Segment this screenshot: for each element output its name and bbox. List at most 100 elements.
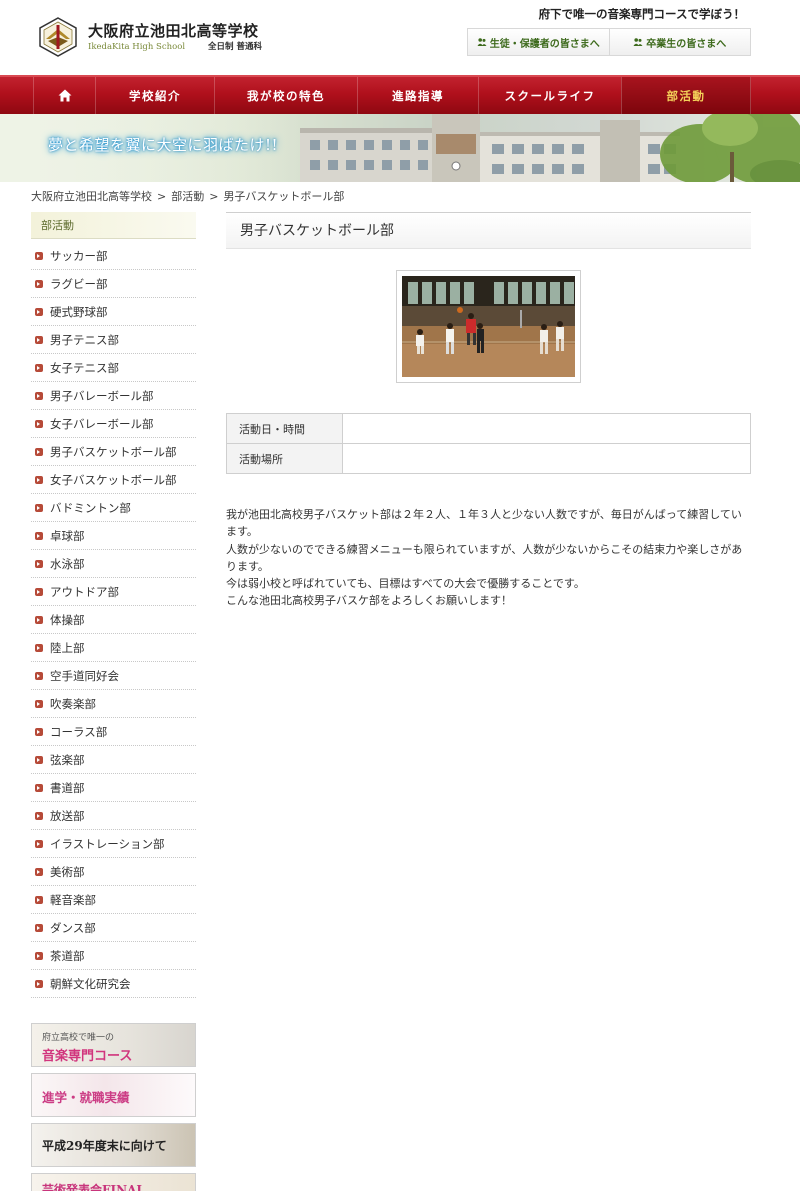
arrow-bullet-icon	[35, 503, 43, 512]
sidebar-club-item[interactable]: 体操部	[31, 606, 196, 634]
sidebar-club-item[interactable]: 男子バレーボール部	[31, 382, 196, 410]
basketball-practice-photo	[402, 276, 575, 377]
breadcrumb-home[interactable]: 大阪府立池田北高等学校	[31, 190, 152, 203]
sidebar-club-label: 弦楽部	[50, 752, 85, 767]
sidebar-club-item[interactable]: 男子テニス部	[31, 326, 196, 354]
sidebar-banners: 府立高校で唯一の 音楽専門コース 進学・就職実績 平成29年度末に向けて 芸術発…	[31, 1023, 196, 1191]
career-results-banner-title: 進学・就職実績	[42, 1090, 130, 1105]
arrow-bullet-icon	[35, 699, 43, 708]
tagline[interactable]: 府下で唯一の音楽専門コースで学ぼう！	[539, 6, 745, 22]
sidebar-club-label: ダンス部	[50, 920, 96, 935]
description-paragraph: 我が池田北高校男子バスケット部は２年２人、１年３人と少ない人数ですが、毎日がんば…	[226, 508, 742, 539]
year-end-plan-banner[interactable]: 平成29年度末に向けて	[31, 1123, 196, 1167]
sidebar-club-label: 吹奏楽部	[50, 696, 96, 711]
sidebar-club-label: ラグビー部	[50, 276, 108, 291]
sidebar-club-label: 空手道同好会	[50, 668, 119, 683]
sidebar-club-item[interactable]: 弦楽部	[31, 746, 196, 774]
sidebar-club-item[interactable]: 茶道部	[31, 942, 196, 970]
sidebar-club-item[interactable]: 卓球部	[31, 522, 196, 550]
sidebar-club-item[interactable]: 陸上部	[31, 634, 196, 662]
sidebar-club-label: 体操部	[50, 612, 85, 627]
arrow-bullet-icon	[35, 363, 43, 372]
arrow-bullet-icon	[35, 979, 43, 988]
description-paragraph: 人数が少ないのでできる練習メニューも限られていますが、人数が少ないからこその結束…	[226, 542, 743, 573]
sidebar-club-label: イラストレーション部	[50, 836, 165, 851]
sidebar-club-item[interactable]: コーラス部	[31, 718, 196, 746]
arrow-bullet-icon	[35, 307, 43, 316]
school-crest-logo[interactable]	[38, 17, 78, 57]
sidebar-club-label: 女子テニス部	[50, 360, 119, 375]
school-name-en: IkedaKita High School	[88, 42, 186, 52]
sidebar-club-label: 卓球部	[50, 528, 85, 543]
alumni-link-label: 卒業生の皆さまへ	[646, 38, 727, 50]
school-name[interactable]: 大阪府立池田北高等学校	[88, 20, 259, 41]
breadcrumb-club-activities[interactable]: 部活動	[171, 190, 204, 203]
music-course-banner-sub: 府立高校で唯一の	[42, 1033, 115, 1043]
global-nav: 学校紹介 我が校の特色 進路指導 スクールライフ 部活動	[0, 75, 800, 114]
sidebar-club-item[interactable]: 放送部	[31, 802, 196, 830]
sidebar-club-item[interactable]: 女子テニス部	[31, 354, 196, 382]
sidebar-club-item[interactable]: 軽音楽部	[31, 886, 196, 914]
sidebar-club-item[interactable]: 吹奏楽部	[31, 690, 196, 718]
description-paragraph: 今は弱小校と呼ばれていても、目標はすべての大会で優勝することです。	[226, 577, 585, 591]
arrow-bullet-icon	[35, 839, 43, 848]
description-paragraph: こんな池田北高校男子バスケ部をよろしくお願いします！	[226, 594, 512, 608]
sidebar-club-item[interactable]: 硬式野球部	[31, 298, 196, 326]
music-course-banner[interactable]: 府立高校で唯一の 音楽専門コース	[31, 1023, 196, 1067]
main-content: 男子バスケットボール部 活動日・時間 活動場所 我が池田北高校男子バスケット部は…	[226, 212, 751, 607]
alumni-link[interactable]: 卒業生の皆さまへ	[608, 29, 751, 55]
arrow-bullet-icon	[35, 559, 43, 568]
nav-school-intro[interactable]: 学校紹介	[95, 77, 214, 114]
sidebar-club-label: 水泳部	[50, 556, 85, 571]
table-row: 活動日・時間	[226, 413, 751, 444]
breadcrumb-separator: >	[157, 190, 167, 203]
breadcrumb-separator: >	[209, 190, 219, 203]
year-end-plan-banner-title: 平成29年度末に向けて	[42, 1139, 167, 1153]
sidebar-club-label: 男子テニス部	[50, 332, 119, 347]
sidebar-club-label: サッカー部	[50, 248, 108, 263]
sidebar-club-item[interactable]: 朝鮮文化研究会	[31, 970, 196, 998]
arrow-bullet-icon	[35, 783, 43, 792]
activity-place-label: 活動場所	[226, 443, 343, 474]
nav-club-activities[interactable]: 部活動	[621, 77, 751, 114]
art-festival-banner-title: 芸術発表会FINAL	[42, 1183, 145, 1191]
career-results-banner[interactable]: 進学・就職実績	[31, 1073, 196, 1117]
person-icon	[477, 38, 487, 46]
arrow-bullet-icon	[35, 727, 43, 736]
sidebar-heading: 部活動	[31, 212, 196, 239]
sidebar-club-item[interactable]: ダンス部	[31, 914, 196, 942]
sidebar-club-item[interactable]: ラグビー部	[31, 270, 196, 298]
sidebar-club-item[interactable]: 女子バスケットボール部	[31, 466, 196, 494]
sidebar-club-item[interactable]: 水泳部	[31, 550, 196, 578]
arrow-bullet-icon	[35, 447, 43, 456]
students-parents-link[interactable]: 生徒・保護者の皆さまへ	[468, 29, 609, 55]
sidebar-club-label: 書道部	[50, 780, 85, 795]
sidebar-club-item[interactable]: アウトドア部	[31, 578, 196, 606]
club-list: サッカー部ラグビー部硬式野球部男子テニス部 女子テニス部男子バレーボール部女子バレ…	[31, 242, 196, 998]
arrow-bullet-icon	[35, 391, 43, 400]
sidebar-club-item[interactable]: イラストレーション部	[31, 830, 196, 858]
art-festival-banner[interactable]: 芸術発表会FINAL	[31, 1173, 196, 1191]
sidebar-club-item[interactable]: サッカー部	[31, 242, 196, 270]
activity-place-value	[342, 443, 751, 474]
sidebar-club-item[interactable]: 女子バレーボール部	[31, 410, 196, 438]
banner-catchphrase: 夢と希望を翼に大空に羽ばたけ!!	[48, 136, 279, 154]
sidebar-club-item[interactable]: 美術部	[31, 858, 196, 886]
sidebar-club-item[interactable]: 書道部	[31, 774, 196, 802]
nav-school-life[interactable]: スクールライフ	[478, 77, 621, 114]
music-course-banner-title: 音楽専門コース	[42, 1049, 133, 1064]
activity-schedule-label: 活動日・時間	[226, 413, 343, 444]
activity-schedule-value	[342, 413, 751, 444]
sidebar-club-label: 男子バレーボール部	[50, 388, 154, 403]
school-type: 全日制 普通科	[208, 42, 262, 52]
nav-career-guidance[interactable]: 進路指導	[357, 77, 478, 114]
sidebar-club-item[interactable]: バドミントン部	[31, 494, 196, 522]
table-row: 活動場所	[226, 443, 751, 474]
nav-features[interactable]: 我が校の特色	[214, 77, 357, 114]
sidebar-club-item[interactable]: 男子バスケットボール部	[31, 438, 196, 466]
sidebar-club-label: バドミントン部	[50, 500, 131, 515]
sidebar-club-item[interactable]: 空手道同好会	[31, 662, 196, 690]
nav-home[interactable]	[33, 77, 95, 114]
sidebar-club-label: アウトドア部	[50, 584, 119, 599]
students-parents-link-label: 生徒・保護者の皆さまへ	[489, 38, 600, 50]
